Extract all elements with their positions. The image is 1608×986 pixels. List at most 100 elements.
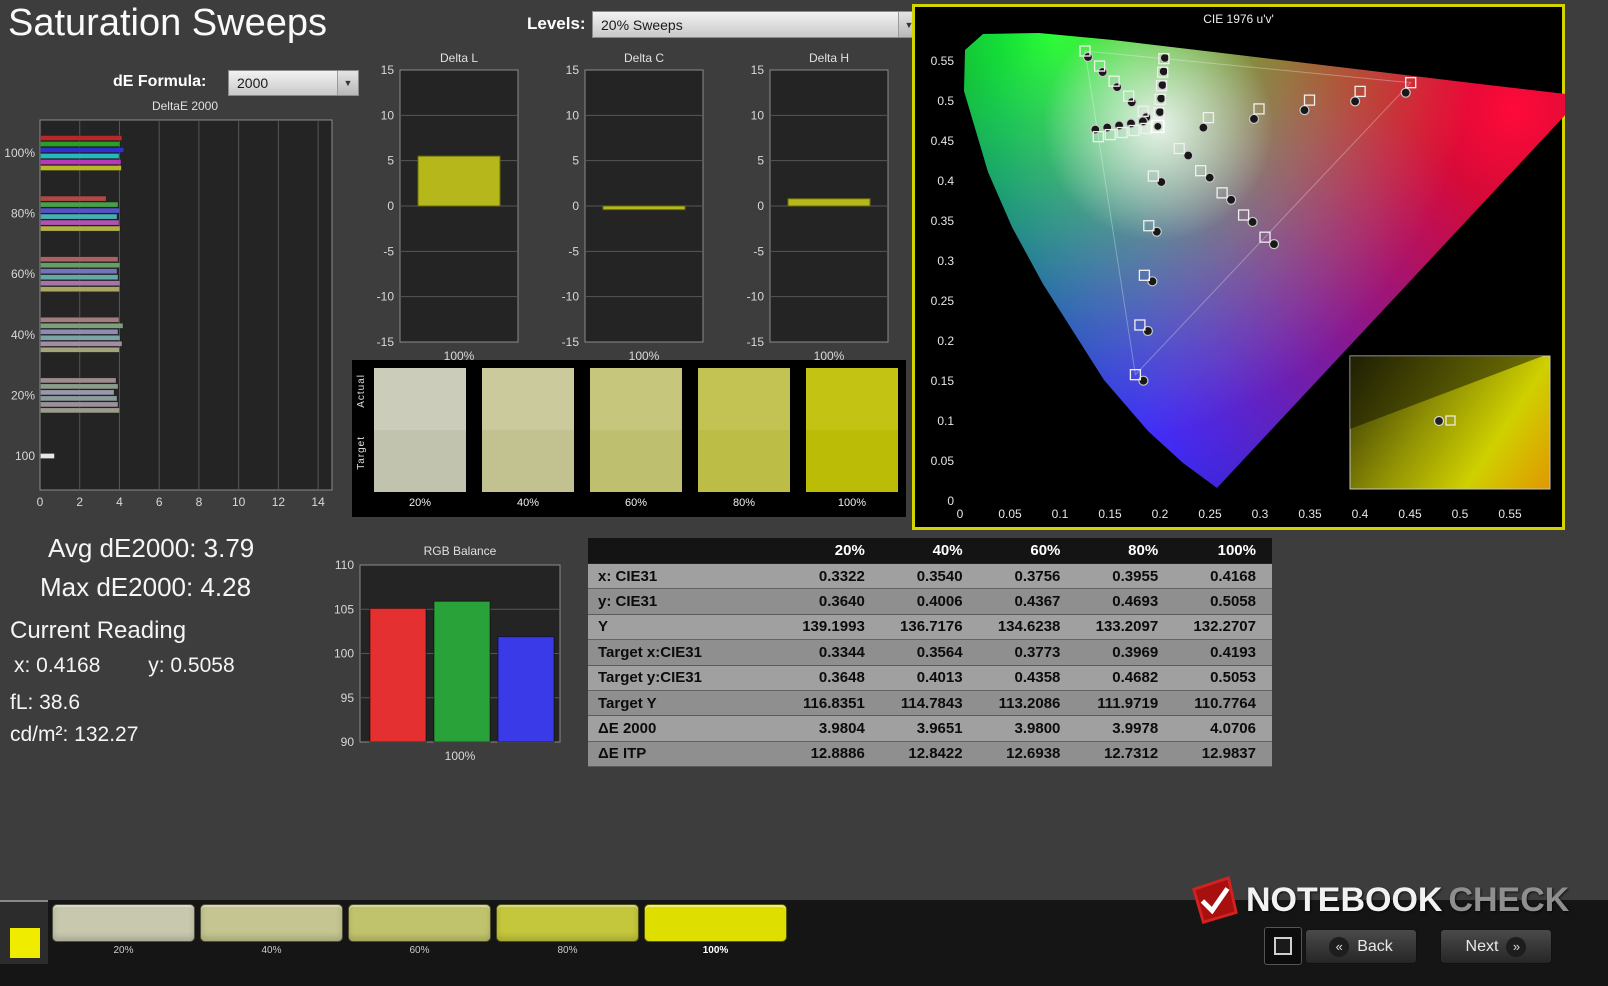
table-cell: 0.4682 (1112, 669, 1159, 687)
table-row: Target Y 116.8351 114.7843 113.2086 111.9719… (588, 690, 1272, 717)
row-label: Target x:CIE31 (598, 643, 702, 661)
notebookcheck-logo-icon (1191, 875, 1238, 924)
back-button[interactable]: « Back (1305, 929, 1417, 964)
deltae-bar (40, 335, 121, 341)
table-cell: 116.8351 (803, 694, 865, 712)
cie-1976-diagram: 0 0.05 0.1 0.15 0.2 0.25 0.3 0.35 0.4 0.45 0.5 0.55… (931, 33, 1565, 521)
table-row: x: CIE31 0.3322 0.3540 0.3756 0.3955 0.4168 (588, 564, 1272, 590)
chart-text: 5 (757, 154, 764, 168)
deltae-bar (40, 201, 119, 208)
chart-text: -5 (568, 244, 579, 258)
table-cell: 0.4193 (1210, 643, 1256, 661)
chart-text: 10 (381, 108, 395, 122)
table-cell: 134.6238 (997, 618, 1061, 636)
levels-label: Levels: (527, 14, 586, 33)
thumbnail-label: 60% (409, 945, 430, 956)
deltae-bar (40, 317, 120, 323)
measured-marker-cyan (1090, 124, 1101, 135)
row-label: ΔE ITP (598, 745, 647, 763)
deltae-plot (39, 119, 333, 491)
thumbnail-label: 20% (113, 945, 134, 956)
thumbnail-20%[interactable]: 20% (52, 904, 195, 960)
thumbnail-swatch (496, 904, 639, 942)
measured-marker-green (1126, 97, 1137, 108)
delta-h-chart: Delta H151050-5-10-15100% (747, 51, 889, 363)
deltae-bar (40, 147, 125, 153)
next-label: Next (1465, 937, 1499, 955)
thumbnail-label: 100% (702, 945, 729, 956)
thumbnail-swatch (348, 904, 491, 942)
measured-marker-yellow (1158, 66, 1169, 77)
chart-text: Delta C (624, 51, 664, 65)
deltae-bar (40, 286, 120, 292)
measurement-table: 20% 40% 60% 80% 100% x: CIE31 0.3322 0.3540 0.37… (588, 538, 1272, 768)
table-cell: 0.3322 (818, 567, 865, 585)
rgb-bar-blue (497, 636, 555, 743)
chart-text: 0.15 (1098, 507, 1122, 521)
measured-marker-yellow (1159, 52, 1170, 63)
back-label: Back (1357, 937, 1393, 955)
levels-value: 20% Sweeps (601, 16, 683, 33)
chart-text: 15 (751, 63, 765, 77)
deltae-bar (40, 262, 121, 268)
swatch-label: 20% (408, 497, 432, 509)
bottom-corner-tab[interactable] (0, 900, 48, 964)
deltae-bar (40, 407, 120, 414)
chart-text: 0.4 (1352, 507, 1369, 521)
actual-swatch (698, 368, 790, 430)
measured-marker-cyan (1125, 118, 1137, 129)
measured-marker-magenta (1226, 194, 1237, 205)
table-cell: 132.2707 (1193, 618, 1256, 636)
swatch-label: 100% (837, 497, 867, 509)
saturation-swatch-strip: Actual Target 20% 40% 60% 80% 100% (352, 360, 906, 517)
deltae-bar (40, 329, 119, 335)
deltae-2000-chart: DeltaE 2000 0 2 4 6 8 10 12 14 100% 80% 60% 40% 20% 10… (4, 99, 333, 509)
table-header-cell: 20% (834, 542, 865, 559)
window-button[interactable] (1264, 927, 1302, 965)
deltae-bar (40, 207, 121, 214)
chart-text: 0.25 (1198, 507, 1222, 521)
chart-text: 10 (566, 108, 580, 122)
next-chevron-icon: » (1506, 936, 1527, 957)
chart-text: 0.15 (931, 374, 955, 388)
chart-text: 10 (751, 108, 765, 122)
deltae-bar (40, 347, 120, 353)
swatch-label: 40% (516, 497, 540, 509)
thumbnail-40%[interactable]: 40% (200, 904, 343, 960)
measured-marker-cyan (1114, 120, 1125, 131)
thumbnail-60%[interactable]: 60% (348, 904, 491, 960)
table-cell: 3.9800 (1014, 720, 1061, 738)
chart-text: Delta H (809, 51, 849, 65)
chart-text: Delta L (440, 51, 478, 65)
current-y: y: 0.5058 (148, 654, 235, 677)
chart-text: 0.1 (1052, 507, 1069, 521)
next-button[interactable]: Next » (1440, 929, 1552, 964)
row-label: Target y:CIE31 (598, 669, 702, 687)
levels-dropdown[interactable]: 20% Sweeps ▼ (592, 11, 920, 38)
table-cell: 3.9651 (916, 720, 963, 738)
actual-swatch (590, 368, 682, 430)
row-label: Target Y (598, 694, 657, 712)
chart-text: 0.5 (1452, 507, 1469, 521)
max-de2000: Max dE2000: 4.28 (40, 572, 252, 602)
swatch-column-100%: 100% (806, 368, 898, 509)
deltae-bar (40, 159, 122, 165)
chart-text: -5 (383, 244, 394, 258)
thumbnail-100%[interactable]: 100% (644, 904, 787, 960)
table-cell: 114.7843 (900, 694, 963, 712)
de-formula-dropdown[interactable]: 2000 ▼ (228, 70, 359, 96)
thumbnail-80%[interactable]: 80% (496, 904, 639, 960)
chevron-down-icon[interactable]: ▼ (337, 71, 358, 95)
chart-text: 80% (11, 207, 35, 221)
table-header-cell: 80% (1128, 542, 1159, 559)
chart-text: 0.05 (998, 507, 1022, 521)
deltae-bar (40, 383, 119, 390)
swatch-column-80%: 80% (698, 368, 790, 509)
table-cell: 133.2097 (1095, 618, 1159, 636)
deltae-bar (40, 389, 115, 396)
rgb-bar-red (369, 607, 427, 743)
chart-text: 0 (387, 199, 394, 213)
rgb-bar-green (433, 600, 491, 743)
measured-marker-green (1112, 82, 1123, 93)
table-cell: 0.3969 (1112, 643, 1159, 661)
